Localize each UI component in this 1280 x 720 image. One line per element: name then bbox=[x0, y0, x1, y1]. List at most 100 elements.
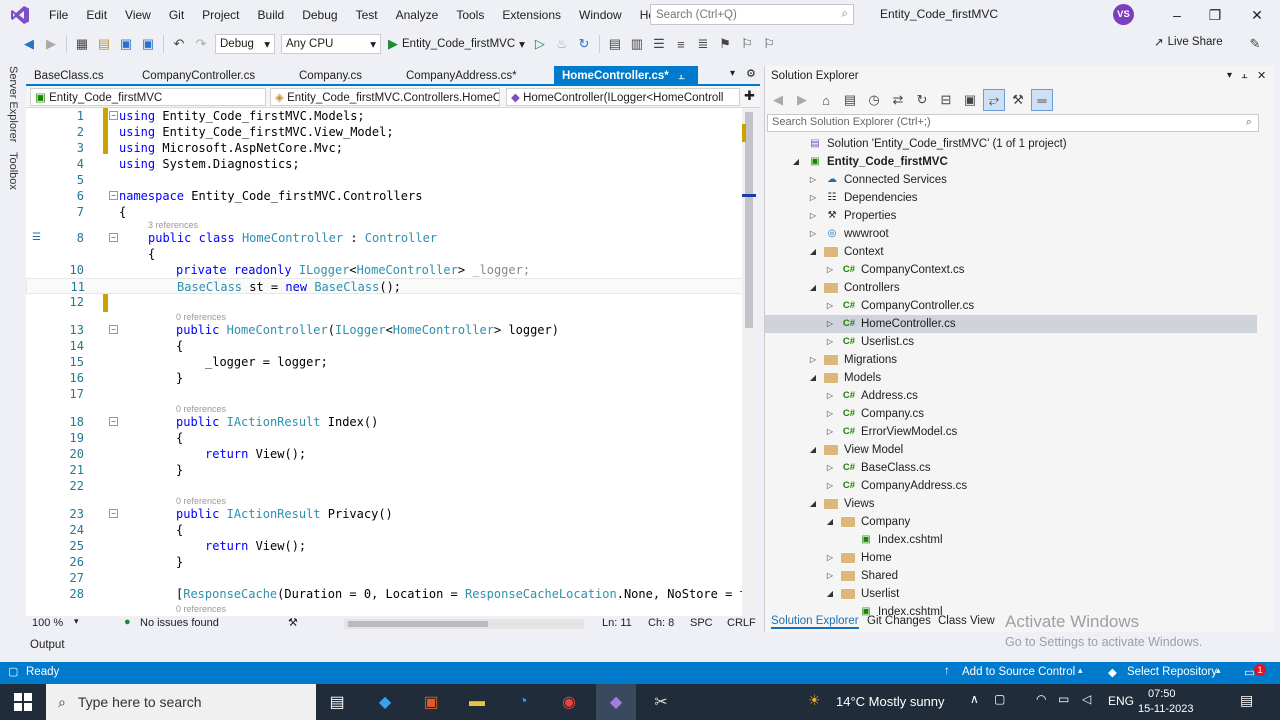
whitespace-indicator[interactable]: SPC bbox=[690, 617, 713, 629]
tree-item[interactable]: ◢ Context bbox=[765, 243, 1257, 261]
tree-item[interactable]: ▣ Index.cshtml bbox=[765, 531, 1257, 549]
wifi-icon[interactable]: ◠ bbox=[1036, 692, 1046, 706]
tab-solution-explorer[interactable]: Solution Explorer bbox=[771, 615, 859, 629]
vscode-icon[interactable]: ◆ bbox=[372, 689, 398, 715]
expanded-arrow-icon[interactable]: ◢ bbox=[808, 279, 818, 297]
tree-item[interactable]: ▷ C# Company.cs bbox=[765, 405, 1257, 423]
collapse-icon[interactable]: − bbox=[109, 111, 118, 120]
tree-item[interactable]: ▤ Solution 'Entity_Code_firstMVC' (1 of 1… bbox=[765, 135, 1257, 153]
tree-item[interactable]: ▷ Home bbox=[765, 549, 1257, 567]
clock-time[interactable]: 07:50 bbox=[1148, 688, 1176, 700]
tree-item[interactable]: ▷ C# ErrorViewModel.cs bbox=[765, 423, 1257, 441]
save-icon[interactable]: ▣ bbox=[115, 33, 137, 55]
tree-item[interactable]: ▷ Migrations bbox=[765, 351, 1257, 369]
menu-window[interactable]: Window bbox=[570, 0, 631, 30]
chevron-down-icon[interactable]: ▾ bbox=[1227, 70, 1232, 81]
sync-icon[interactable]: ⇄ bbox=[887, 89, 909, 111]
tree-item[interactable]: ◢ Controllers bbox=[765, 279, 1257, 297]
battery-icon[interactable]: ▭ bbox=[1058, 692, 1069, 706]
start-without-debugging-icon[interactable]: ▷ bbox=[529, 33, 551, 55]
solution-search-input[interactable]: Search Solution Explorer (Ctrl+;) ⌕ bbox=[767, 114, 1259, 132]
redo-icon[interactable]: ↷ bbox=[190, 33, 212, 55]
visual-studio-taskbar-icon[interactable]: ◆ bbox=[596, 684, 636, 720]
menu-edit[interactable]: Edit bbox=[77, 0, 116, 30]
collapsed-arrow-icon[interactable]: ▷ bbox=[825, 297, 835, 315]
tree-item[interactable]: ▷ Shared bbox=[765, 567, 1257, 585]
server-explorer-tab[interactable]: Server Explorer bbox=[7, 66, 19, 142]
tab-company[interactable]: Company.cs bbox=[291, 66, 370, 86]
refresh-icon[interactable]: ↻ bbox=[911, 89, 933, 111]
configuration-select[interactable]: Debug ▾ bbox=[215, 34, 275, 54]
avatar[interactable]: VS bbox=[1113, 4, 1134, 25]
undo-icon[interactable]: ↶ bbox=[168, 33, 190, 55]
member-dropdown[interactable]: ◆ HomeController(ILogger<HomeControll bbox=[506, 88, 740, 106]
codelens-references[interactable]: 3 references bbox=[148, 220, 198, 230]
tree-item[interactable]: ◢ Company bbox=[765, 513, 1257, 531]
menu-build[interactable]: Build bbox=[249, 0, 294, 30]
tree-item[interactable]: ▷ C# BaseClass.cs bbox=[765, 459, 1257, 477]
tree-item[interactable]: ◢ View Model bbox=[765, 441, 1257, 459]
format-icon[interactable]: ☰ bbox=[648, 33, 670, 55]
notification-center-icon[interactable]: ▤ bbox=[1240, 692, 1253, 709]
expanded-arrow-icon[interactable]: ◢ bbox=[825, 513, 835, 531]
browse-icon[interactable]: ▤ bbox=[604, 33, 626, 55]
clock-date[interactable]: 15-11-2023 bbox=[1138, 703, 1193, 715]
collapsed-arrow-icon[interactable]: ▷ bbox=[825, 405, 835, 423]
scroll-thumb[interactable] bbox=[745, 112, 753, 328]
network-icon[interactable]: ▢ bbox=[994, 692, 1005, 706]
zoom-level[interactable]: 100 % bbox=[32, 617, 63, 629]
layout-icon[interactable]: ▥ bbox=[626, 33, 648, 55]
project-dropdown[interactable]: ▣ Entity_Code_firstMVC bbox=[30, 88, 266, 106]
collapsed-arrow-icon[interactable]: ▷ bbox=[825, 387, 835, 405]
add-to-source-control-button[interactable]: Add to Source Control bbox=[962, 666, 1075, 678]
menu-extensions[interactable]: Extensions bbox=[493, 0, 570, 30]
pending-changes-icon[interactable]: ◷ bbox=[863, 89, 885, 111]
pin-icon[interactable]: ⫠ bbox=[678, 70, 685, 82]
menu-view[interactable]: View bbox=[116, 0, 160, 30]
back-icon[interactable]: ◀ bbox=[767, 89, 789, 111]
bookmark-next-icon[interactable]: ⚐ bbox=[736, 33, 758, 55]
tree-item[interactable]: ▷ C# Userlist.cs bbox=[765, 333, 1257, 351]
tree-item[interactable]: ▷ C# CompanyController.cs bbox=[765, 297, 1257, 315]
minimize-icon[interactable]: – bbox=[1158, 0, 1196, 30]
uncomment-icon[interactable]: ≣ bbox=[692, 33, 714, 55]
expanded-arrow-icon[interactable]: ◢ bbox=[808, 495, 818, 513]
tree-item[interactable]: ▷ ☁ Connected Services bbox=[765, 171, 1257, 189]
menu-debug[interactable]: Debug bbox=[293, 0, 346, 30]
file-explorer-icon[interactable]: ▬ bbox=[464, 689, 490, 715]
collapsed-arrow-icon[interactable]: ▷ bbox=[808, 189, 818, 207]
properties-icon[interactable]: ⚒ bbox=[1007, 89, 1029, 111]
tree-item[interactable]: ▷ C# HomeController.cs bbox=[765, 315, 1257, 333]
menu-analyze[interactable]: Analyze bbox=[387, 0, 448, 30]
tree-item[interactable]: ▷ ◎ wwwroot bbox=[765, 225, 1257, 243]
tree-item[interactable]: ◢ Userlist bbox=[765, 585, 1257, 603]
collapsed-arrow-icon[interactable]: ▷ bbox=[825, 549, 835, 567]
codelens-references[interactable]: 0 references bbox=[176, 404, 226, 414]
chevron-up-icon[interactable]: ▴ bbox=[1216, 665, 1221, 676]
collapse-icon[interactable]: − bbox=[109, 325, 118, 334]
collapse-icon[interactable]: − bbox=[109, 191, 118, 200]
office-icon[interactable]: ▣ bbox=[418, 689, 444, 715]
chevron-up-icon[interactable]: ▴ bbox=[1078, 665, 1083, 676]
expanded-arrow-icon[interactable]: ◢ bbox=[825, 585, 835, 603]
expanded-arrow-icon[interactable]: ◢ bbox=[808, 243, 818, 261]
tab-git-changes[interactable]: Git Changes bbox=[867, 615, 931, 627]
close-icon[interactable]: ✕ bbox=[1257, 69, 1266, 82]
refresh-icon[interactable]: ↻ bbox=[573, 33, 595, 55]
run-button[interactable]: ▶ Entity_Code_firstMVC ▾ bbox=[388, 36, 525, 52]
weather-text[interactable]: 14°C Mostly sunny bbox=[836, 694, 945, 709]
tab-homecontroller[interactable]: HomeController.cs* ⫠ ✕ bbox=[554, 66, 698, 102]
language-indicator[interactable]: ENG bbox=[1108, 694, 1134, 708]
menu-file[interactable]: File bbox=[40, 0, 77, 30]
bookmark-clear-icon[interactable]: ⚐ bbox=[758, 33, 780, 55]
collapse-icon[interactable]: − bbox=[109, 417, 118, 426]
collapsed-arrow-icon[interactable]: ▷ bbox=[825, 333, 835, 351]
collapsed-arrow-icon[interactable]: ▷ bbox=[825, 423, 835, 441]
task-view-icon[interactable]: ▤ bbox=[324, 689, 350, 715]
toolbox-tab[interactable]: Toolbox bbox=[7, 152, 19, 190]
expanded-arrow-icon[interactable]: ◢ bbox=[808, 441, 818, 459]
scroll-thumb[interactable] bbox=[348, 621, 488, 627]
collapsed-arrow-icon[interactable]: ▷ bbox=[825, 261, 835, 279]
code-cleanup-icon[interactable]: ⚒ bbox=[288, 616, 298, 629]
bookmark-icon[interactable]: ⚑ bbox=[714, 33, 736, 55]
